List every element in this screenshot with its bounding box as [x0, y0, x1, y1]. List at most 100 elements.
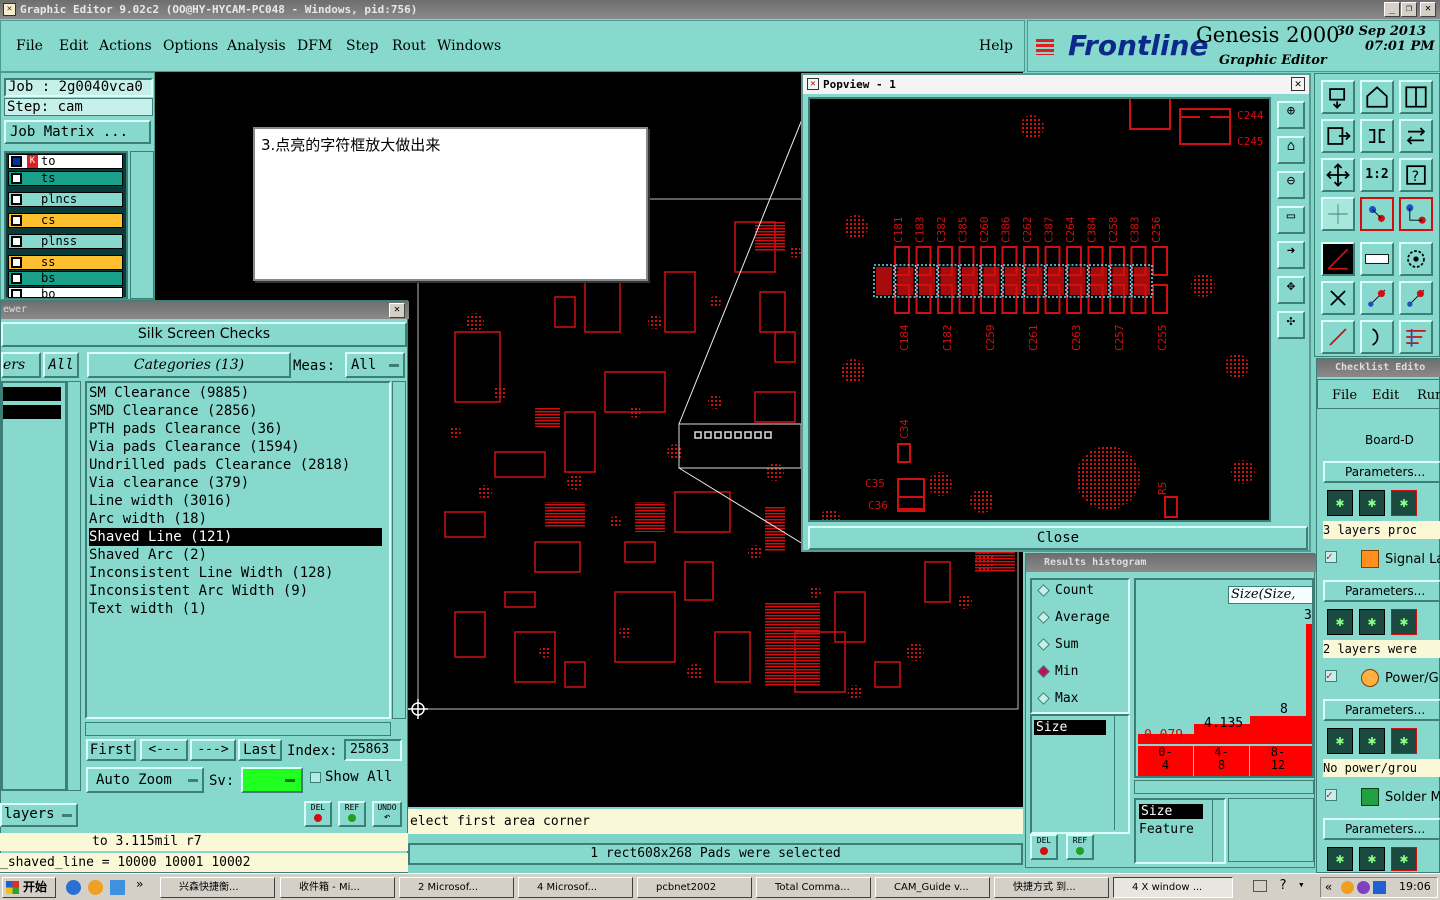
layer-checkbox[interactable] — [11, 156, 22, 167]
taskbar-item[interactable]: 4 Microsof... — [518, 877, 633, 898]
field-feature[interactable]: Feature — [1139, 822, 1194, 837]
categories-hscrollbar[interactable] — [85, 722, 391, 736]
category-item[interactable]: Undrilled pads Clearance (2818) — [89, 456, 382, 474]
sv-color-dropdown[interactable] — [241, 767, 303, 793]
draw-arc-icon[interactable] — [1360, 320, 1394, 354]
run-icon[interactable]: ✱ — [1391, 609, 1417, 635]
meas-dropdown[interactable]: All — [345, 352, 405, 378]
zoom-out-icon[interactable]: ⊖ — [1277, 171, 1305, 199]
layer-checkbox[interactable] — [11, 194, 22, 205]
job-matrix-button[interactable]: Job Matrix ... — [4, 120, 151, 144]
grid-icon[interactable] — [1321, 197, 1355, 231]
checklist-menu-file[interactable]: File — [1332, 388, 1357, 403]
redraw-icon[interactable] — [1399, 119, 1433, 153]
run-icon[interactable]: ✱ — [1391, 847, 1417, 871]
fields-scrollbar[interactable] — [1212, 800, 1224, 862]
menu-help[interactable]: Help — [979, 38, 1013, 54]
taskbar-item-active[interactable]: 4 X window ... — [1113, 877, 1233, 898]
menu-file[interactable]: File — [16, 38, 43, 54]
snap-center-icon[interactable] — [1399, 281, 1433, 315]
ref-button[interactable]: REF — [338, 801, 366, 827]
option-count[interactable]: Count — [1037, 581, 1117, 601]
split-view-icon[interactable] — [1399, 80, 1433, 114]
zoom-in-tool-icon[interactable] — [1321, 80, 1355, 114]
taskbar-item[interactable]: 2 Microsof... — [399, 877, 514, 898]
menu-options[interactable]: Options — [163, 38, 218, 54]
category-item-selected[interactable]: Shaved Line (121) — [89, 528, 382, 546]
parameters-button[interactable]: Parameters... — [1323, 699, 1440, 721]
one-to-two-icon[interactable]: 1:2 — [1360, 158, 1394, 192]
tray-icon[interactable]: « — [1325, 880, 1332, 894]
layer-list-item[interactable] — [3, 387, 61, 401]
layer-checkbox[interactable] — [11, 273, 22, 284]
frontline-tool-icon[interactable] — [1399, 320, 1433, 354]
check-row-signal[interactable]: Signal La — [1385, 552, 1440, 567]
option-sum[interactable]: Sum — [1037, 635, 1117, 655]
snap-connect-icon[interactable] — [1399, 197, 1433, 231]
check-checkbox[interactable]: ✓ — [1325, 670, 1337, 682]
snap-off-icon[interactable] — [1321, 281, 1355, 315]
layer-checkbox[interactable] — [11, 173, 22, 184]
layers-all-button[interactable]: All — [43, 352, 79, 378]
snap-red-icon[interactable] — [1360, 197, 1394, 231]
outlook-icon[interactable] — [88, 880, 103, 895]
category-item[interactable]: SMD Clearance (2856) — [89, 402, 382, 420]
taskbar-item[interactable]: Total Comma... — [756, 877, 871, 898]
menu-actions[interactable]: Actions — [99, 38, 152, 54]
swap-icon[interactable] — [1360, 119, 1394, 153]
expand-icon[interactable]: » — [136, 877, 143, 891]
histogram-ref-button[interactable]: REF — [1066, 834, 1094, 860]
taskbar-item[interactable]: CAM_Guide v... — [875, 877, 990, 898]
ie-icon[interactable] — [66, 880, 81, 895]
popview-canvas[interactable]: C181 C183 C382 C385 C260 C386 C262 C387 C264 C384… — [808, 97, 1271, 522]
pan-icon[interactable]: ✣ — [1277, 311, 1305, 339]
taskbar-item[interactable]: 兴森快捷衡... — [160, 877, 275, 898]
layer-checkbox[interactable] — [11, 215, 22, 226]
maximize-button[interactable]: ❐ — [1401, 2, 1417, 17]
index-input[interactable]: 25863 — [344, 739, 402, 761]
tray-icon[interactable] — [1357, 881, 1370, 894]
category-item[interactable]: Shaved Arc (2) — [89, 546, 382, 564]
layer-checkbox[interactable] — [11, 257, 22, 268]
forward-icon[interactable]: ➜ — [1277, 241, 1305, 269]
option-average[interactable]: Average — [1037, 608, 1117, 628]
start-button[interactable]: 开始 — [2, 877, 56, 898]
help-icon[interactable]: ? — [1399, 158, 1433, 192]
histogram-del-button[interactable]: DEL — [1030, 834, 1058, 860]
last-button[interactable]: Last — [238, 739, 282, 761]
page-icon[interactable]: ▭ — [1277, 206, 1305, 234]
auto-zoom-dropdown[interactable]: Auto Zoom — [86, 767, 204, 793]
home-icon[interactable]: ⌂ — [1277, 136, 1305, 164]
snap-point-icon[interactable] — [1360, 281, 1394, 315]
measure-angle-icon[interactable] — [1321, 242, 1355, 276]
option-min[interactable]: Min — [1037, 662, 1117, 682]
category-item[interactable]: Inconsistent Arc Width (9) — [89, 582, 382, 600]
category-item[interactable]: Via pads Clearance (1594) — [89, 438, 382, 456]
run-icon[interactable]: ✱ — [1327, 847, 1353, 871]
check-row-board[interactable]: Board-D — [1323, 435, 1439, 453]
layer-plncs[interactable]: plncs — [8, 192, 123, 207]
category-item[interactable]: Text width (1) — [89, 600, 382, 618]
home-tool-icon[interactable] — [1360, 80, 1394, 114]
taskbar-item[interactable]: pcbnet2002 — [637, 877, 752, 898]
menu-rout[interactable]: Rout — [392, 38, 426, 54]
check-checkbox[interactable]: ✓ — [1325, 789, 1337, 801]
run-icon[interactable]: ✱ — [1391, 728, 1417, 754]
undo-button[interactable]: UNDO ↶ — [372, 801, 402, 827]
field-size[interactable]: Size — [1139, 804, 1203, 819]
check-row-power[interactable]: Power/Gr — [1385, 671, 1440, 686]
layer-bo[interactable]: bo — [8, 287, 123, 298]
run-icon[interactable]: ✱ — [1359, 847, 1385, 871]
run-icon[interactable]: ✱ — [1327, 490, 1353, 516]
tray-icon[interactable] — [1373, 881, 1386, 894]
menu-step[interactable]: Step — [346, 38, 378, 54]
check-checkbox[interactable]: ✓ — [1325, 551, 1337, 563]
popview-close-icon[interactable]: ✕ — [1291, 77, 1305, 91]
option-max[interactable]: Max — [1037, 689, 1117, 709]
run-icon[interactable]: ✱ — [1359, 490, 1385, 516]
tray-expand-icon[interactable]: ▾ — [1298, 878, 1305, 891]
tray-icon[interactable] — [1341, 881, 1354, 894]
category-item[interactable]: Arc width (18) — [89, 510, 382, 528]
popview-close-button[interactable]: Close — [808, 526, 1308, 550]
layer-list-item[interactable] — [3, 405, 61, 419]
